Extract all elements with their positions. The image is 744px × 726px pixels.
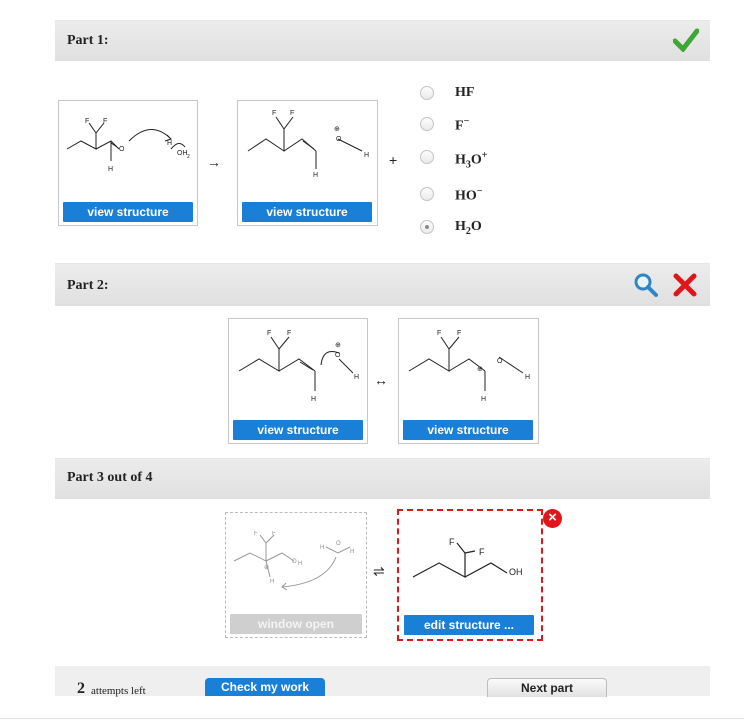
svg-text:H: H bbox=[525, 374, 530, 381]
part2-structure-box-2: F F O H ⊕ H view structure bbox=[398, 318, 539, 444]
part2-header: Part 2: bbox=[55, 263, 710, 306]
svg-text:F: F bbox=[272, 531, 276, 537]
resonance-arrow: ↔ bbox=[374, 372, 388, 388]
radio-button[interactable] bbox=[420, 187, 434, 201]
svg-text:H: H bbox=[313, 172, 318, 179]
svg-text:OH: OH bbox=[509, 567, 523, 577]
svg-text:⊕: ⊕ bbox=[334, 126, 340, 133]
svg-text:F: F bbox=[449, 537, 455, 547]
part3-header: Part 3 out of 4 bbox=[55, 458, 710, 499]
svg-text:F: F bbox=[287, 330, 291, 337]
svg-text:O: O bbox=[336, 541, 341, 547]
window-open-button: window open bbox=[230, 614, 362, 634]
svg-text:F: F bbox=[103, 118, 107, 125]
svg-text:F: F bbox=[457, 330, 461, 337]
svg-text:F: F bbox=[85, 118, 89, 125]
svg-text:OH: OH bbox=[177, 150, 188, 157]
faded-structure: FF OH HOH ⊕H bbox=[233, 531, 354, 591]
part3-title: Part 3 out of 4 bbox=[67, 470, 153, 485]
view-structure-button[interactable]: view structure bbox=[233, 420, 363, 440]
plus-sign: + bbox=[389, 152, 398, 168]
part1-header: Part 1: bbox=[55, 20, 710, 61]
part3-edit-box[interactable]: F F OH edit structure ... bbox=[397, 509, 543, 641]
equilibrium-arrow: ⇌ bbox=[373, 563, 385, 579]
svg-text:H: H bbox=[167, 140, 172, 147]
next-part-button[interactable]: Next part bbox=[487, 678, 607, 697]
view-structure-button[interactable]: view structure bbox=[403, 420, 533, 440]
svg-text:H: H bbox=[311, 396, 316, 403]
attempts-count: 2 bbox=[77, 680, 85, 697]
svg-text:O: O bbox=[335, 352, 341, 359]
edit-structure-button[interactable]: edit structure ... bbox=[404, 615, 534, 635]
svg-text:H: H bbox=[298, 561, 302, 567]
resonance-structure-2: F F O H ⊕ H bbox=[408, 330, 530, 403]
part2-structure-box-1: F F O ⊕ H H view structure bbox=[228, 318, 368, 444]
magnifier-icon[interactable] bbox=[633, 272, 659, 298]
svg-text:H: H bbox=[354, 374, 359, 381]
svg-text:⊕: ⊕ bbox=[477, 366, 483, 373]
radio-button[interactable] bbox=[420, 150, 434, 164]
close-icon[interactable]: × bbox=[543, 509, 562, 528]
svg-text:H: H bbox=[270, 579, 274, 585]
option-label: H2O bbox=[455, 219, 482, 237]
svg-text:O: O bbox=[292, 559, 297, 565]
svg-text:⊕: ⊕ bbox=[335, 342, 341, 349]
part1-reactant-box: FF OH H OH 2 view structure bbox=[58, 100, 198, 226]
svg-text:F: F bbox=[267, 330, 271, 337]
resonance-structure-1: F F O ⊕ H H bbox=[238, 330, 359, 403]
option-label: HF bbox=[455, 85, 475, 100]
close-label: × bbox=[548, 509, 557, 526]
part2-title: Part 2: bbox=[67, 278, 109, 293]
svg-text:H: H bbox=[364, 152, 369, 159]
reaction-arrow: → bbox=[207, 154, 221, 170]
svg-text:H: H bbox=[350, 549, 354, 555]
option-label: H3O+ bbox=[455, 150, 488, 171]
footer-bar: 2 attempts left Check my work Next part bbox=[55, 666, 710, 697]
svg-text:F: F bbox=[290, 110, 294, 117]
view-structure-button[interactable]: view structure bbox=[63, 202, 193, 222]
svg-text:O: O bbox=[497, 358, 503, 365]
product-structure: F F O ⊕ H H bbox=[247, 110, 369, 179]
reactant-structure: FF OH HOH 2 bbox=[66, 118, 190, 173]
svg-text:O: O bbox=[119, 146, 125, 153]
product-alcohol-structure: F F OH bbox=[412, 537, 523, 579]
svg-text:F: F bbox=[272, 110, 276, 117]
divider-line bbox=[0, 718, 744, 719]
option-label: F− bbox=[455, 116, 470, 134]
view-structure-button[interactable]: view structure bbox=[242, 202, 372, 222]
svg-text:2: 2 bbox=[187, 154, 190, 160]
radio-button-selected[interactable] bbox=[420, 220, 434, 234]
option-label: HO− bbox=[455, 186, 483, 204]
svg-text:F: F bbox=[479, 547, 485, 557]
svg-text:O: O bbox=[336, 136, 342, 143]
part1-product-box: F F O ⊕ H H view structure bbox=[237, 100, 378, 226]
radio-button[interactable] bbox=[420, 86, 434, 100]
wrong-x-icon bbox=[673, 273, 697, 297]
part3-window-box: FF OH HOH ⊕ H window open bbox=[225, 512, 367, 638]
svg-text:⊕: ⊕ bbox=[264, 565, 269, 571]
radio-button[interactable] bbox=[420, 117, 434, 131]
part1-title: Part 1: bbox=[67, 33, 109, 48]
check-my-work-button[interactable]: Check my work bbox=[205, 678, 325, 696]
svg-text:H: H bbox=[320, 545, 324, 551]
svg-text:H: H bbox=[481, 396, 486, 403]
svg-text:H: H bbox=[108, 166, 113, 173]
attempts-label: attempts left bbox=[91, 685, 146, 697]
check-icon bbox=[673, 28, 699, 52]
svg-text:F: F bbox=[437, 330, 441, 337]
svg-text:F: F bbox=[254, 531, 258, 537]
